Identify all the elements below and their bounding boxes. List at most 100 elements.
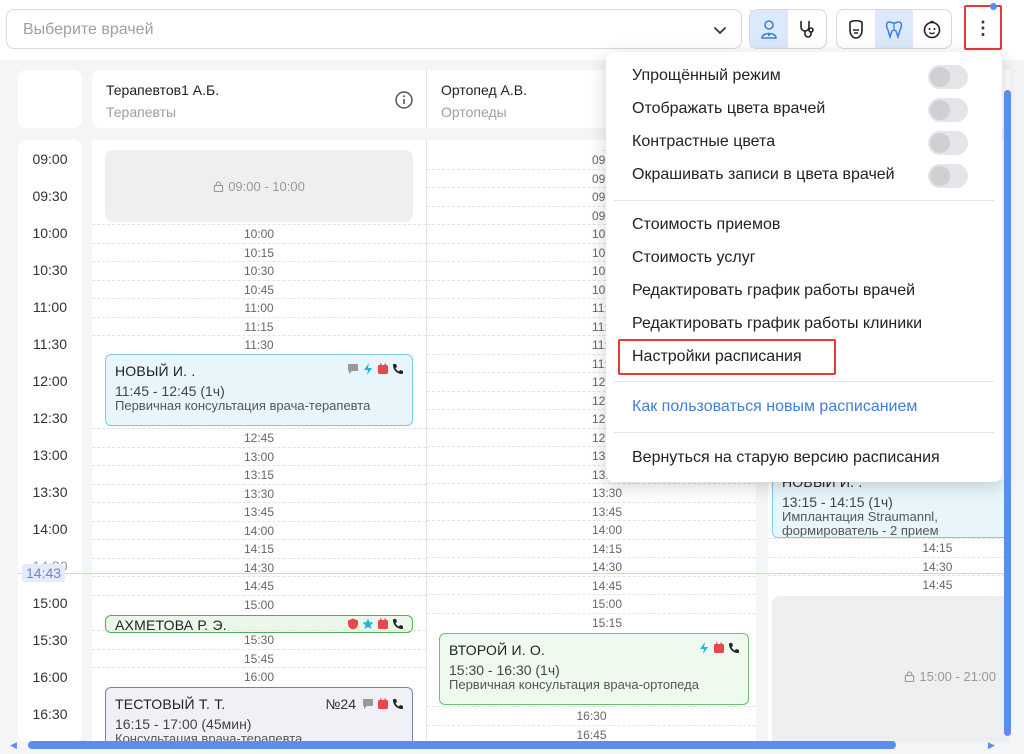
time-label: 09:00 bbox=[32, 151, 68, 167]
menu-item-contrast-colors[interactable]: Контрастные цвета bbox=[632, 133, 775, 151]
slot-time: 14:15 bbox=[922, 541, 953, 555]
appointment-number: №24 bbox=[325, 696, 356, 712]
more-options-button[interactable]: ⋮ bbox=[964, 5, 1002, 50]
equipment-view-button[interactable] bbox=[788, 10, 826, 48]
time-slot[interactable]: 10:00 bbox=[92, 224, 426, 243]
time-slot[interactable]: 12:45 bbox=[92, 428, 426, 447]
time-slot[interactable]: 15:15 bbox=[427, 612, 756, 632]
simplified-mode-toggle[interactable] bbox=[928, 65, 968, 89]
time-slot[interactable]: 14:45 bbox=[92, 576, 426, 595]
time-label: 16:30 bbox=[32, 706, 68, 722]
scroll-down-icon[interactable]: ▼ bbox=[1003, 727, 1012, 737]
blocked-time-slot: 09:00 - 10:00 bbox=[105, 150, 413, 222]
vertical-scrollbar-thumb[interactable] bbox=[1004, 90, 1011, 736]
scroll-left-icon[interactable]: ◀ bbox=[10, 740, 17, 751]
menu-item-appointment-cost[interactable]: Стоимость приемов bbox=[632, 216, 780, 234]
slot-time: 14:45 bbox=[922, 578, 953, 592]
appointment-card[interactable]: НОВЫЙ И. . 11:45 - 12:45 (1ч) Первичная … bbox=[105, 354, 413, 426]
time-slot[interactable]: 15:30 bbox=[92, 630, 426, 649]
time-slot[interactable]: 10:15 bbox=[92, 242, 426, 262]
tooth-filter-button[interactable] bbox=[875, 10, 913, 48]
slot-time: 13:45 bbox=[243, 505, 275, 519]
time-slot[interactable]: 14:00 bbox=[92, 520, 426, 540]
horizontal-scrollbar-thumb[interactable] bbox=[28, 741, 896, 749]
menu-divider bbox=[614, 381, 994, 382]
time-slot[interactable]: 15:00 bbox=[427, 594, 756, 613]
time-slot[interactable]: 10:45 bbox=[92, 279, 426, 299]
adult-filter-button[interactable] bbox=[837, 10, 875, 48]
time-slot[interactable]: 13:00 bbox=[92, 446, 426, 466]
calendar-alert-icon bbox=[378, 698, 388, 709]
doctor-select[interactable]: Выберите врачей bbox=[6, 9, 742, 49]
patient-name: ВТОРОЙ И. О. bbox=[449, 642, 546, 658]
comment-icon bbox=[348, 364, 358, 374]
child-filter-button[interactable] bbox=[913, 10, 951, 48]
menu-item-edit-doctor-schedule[interactable]: Редактировать график работы врачей bbox=[632, 282, 915, 300]
phone-icon bbox=[393, 699, 403, 709]
time-label: 12:30 bbox=[32, 410, 68, 426]
time-slot[interactable]: 13:30 bbox=[427, 483, 756, 502]
time-slot[interactable]: 16:00 bbox=[92, 667, 426, 686]
contrast-colors-toggle[interactable] bbox=[928, 131, 968, 155]
current-time-badge: 14:43 bbox=[22, 564, 66, 582]
menu-item-service-cost[interactable]: Стоимость услуг bbox=[632, 249, 756, 267]
slot-time: 14:30 bbox=[922, 559, 953, 574]
toolbar: Выберите врачей ⋮ bbox=[0, 0, 1024, 60]
time-slot[interactable]: 15:45 bbox=[92, 648, 426, 668]
time-slot[interactable]: 16:45 bbox=[427, 724, 756, 743]
lock-icon bbox=[214, 180, 224, 192]
time-slot[interactable]: 11:00 bbox=[92, 298, 426, 317]
blocked-time-label: 15:00 - 21:00 bbox=[919, 668, 996, 684]
menu-item-simplified-mode[interactable]: Упрощённый режим bbox=[632, 67, 781, 85]
show-doctor-colors-toggle[interactable] bbox=[928, 98, 968, 122]
time-slot[interactable]: 11:30 bbox=[92, 335, 426, 354]
slot-time: 14:15 bbox=[592, 541, 623, 556]
time-label: 13:00 bbox=[32, 447, 68, 463]
time-slot[interactable]: 14:00 bbox=[427, 520, 756, 539]
slot-time: 10:45 bbox=[243, 282, 275, 297]
time-slot[interactable]: 13:15 bbox=[92, 465, 426, 484]
time-label: 14:00 bbox=[32, 521, 68, 537]
doctor-view-button[interactable] bbox=[750, 10, 788, 48]
color-appointments-toggle[interactable] bbox=[928, 164, 968, 188]
slot-time: 14:00 bbox=[243, 523, 275, 538]
time-slot[interactable]: 14:15 bbox=[427, 538, 756, 558]
time-label: 15:00 bbox=[32, 595, 68, 611]
patient-name: НОВЫЙ И. . bbox=[115, 363, 196, 379]
appointment-card[interactable]: ТЕСТОВЫЙ Т. Т. №24 16:15 - 17:00 (45мин)… bbox=[105, 687, 413, 742]
time-slot[interactable]: 10:30 bbox=[92, 261, 426, 280]
appointment-card[interactable]: НОВЫЙ И. . 13:15 - 14:15 (1ч) Имплантаци… bbox=[772, 480, 1010, 538]
time-slot[interactable]: 16:30 bbox=[427, 706, 756, 725]
slot-time: 11:15 bbox=[244, 319, 274, 334]
doctor-name: Ортопед А.В. bbox=[441, 82, 527, 98]
menu-item-color-appointments[interactable]: Окрашивать записи в цвета врачей bbox=[632, 166, 895, 184]
menu-item-show-doctor-colors[interactable]: Отображать цвета врачей bbox=[632, 100, 825, 118]
time-slot[interactable]: 14:45 bbox=[427, 575, 756, 595]
time-label: 16:00 bbox=[32, 669, 68, 685]
time-label: 10:30 bbox=[32, 262, 68, 278]
time-slot[interactable]: 14:15 bbox=[768, 538, 1010, 557]
doctor-specialty: Терапевты bbox=[106, 104, 177, 120]
time-slot[interactable]: 11:15 bbox=[92, 316, 426, 336]
scroll-right-icon[interactable]: ▶ bbox=[988, 740, 995, 751]
appointment-card[interactable]: ВТОРОЙ И. О. 15:30 - 16:30 (1ч) Первична… bbox=[439, 633, 749, 705]
slot-time: 11:30 bbox=[244, 338, 274, 352]
schedule-options-menu: Упрощённый режим Отображать цвета врачей… bbox=[606, 52, 1002, 482]
doctor-column-header[interactable]: Терапевтов1 А.Б. Терапевты bbox=[92, 70, 426, 128]
info-icon[interactable] bbox=[394, 90, 414, 110]
appointment-time: 16:15 - 17:00 (45мин) bbox=[115, 716, 252, 732]
time-column-header bbox=[18, 70, 82, 128]
time-slot[interactable]: 13:45 bbox=[427, 501, 756, 521]
time-slot[interactable]: 15:00 bbox=[92, 594, 426, 614]
menu-item-old-version[interactable]: Вернуться на старую версию расписания bbox=[632, 449, 940, 467]
shield-icon bbox=[348, 618, 358, 630]
time-slot[interactable]: 14:45 bbox=[768, 575, 1010, 594]
time-label: 12:00 bbox=[32, 373, 68, 389]
menu-item-help-link[interactable]: Как пользоваться новым расписанием bbox=[632, 398, 917, 416]
slot-time: 15:00 bbox=[592, 597, 623, 611]
appointment-icons bbox=[347, 363, 404, 375]
menu-item-edit-clinic-schedule[interactable]: Редактировать график работы клиники bbox=[632, 315, 922, 333]
time-slot[interactable]: 13:30 bbox=[92, 483, 426, 503]
time-slot[interactable]: 13:45 bbox=[92, 502, 426, 521]
time-slot[interactable]: 14:15 bbox=[92, 539, 426, 558]
